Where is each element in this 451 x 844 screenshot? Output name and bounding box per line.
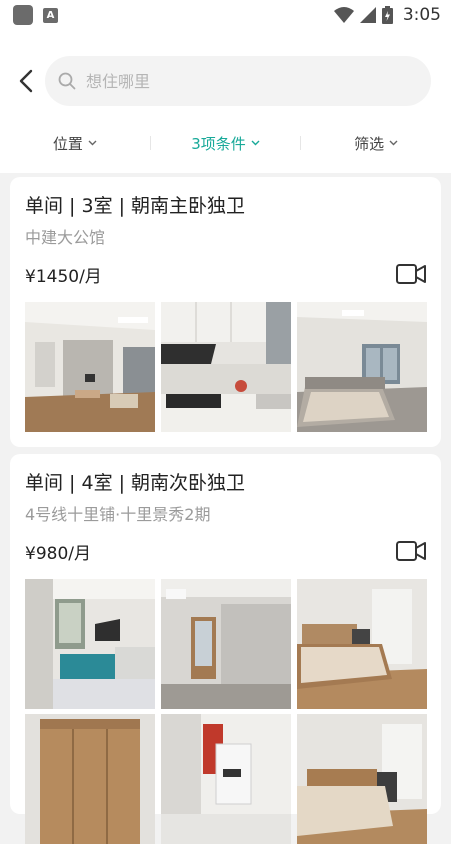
- hallway-photo[interactable]: [161, 579, 291, 709]
- listing-title: 单间 | 4室 | 朝南次卧独卫: [25, 472, 246, 494]
- notification-icon: [13, 5, 33, 25]
- filter-label: 位置: [52, 134, 83, 153]
- listing-title: 单间 | 3室 | 朝南主卧独卫: [25, 195, 246, 217]
- kitchen-photo[interactable]: [25, 579, 155, 709]
- bedroom-photo[interactable]: [297, 302, 427, 432]
- search-icon: [58, 72, 76, 90]
- wardrobe-photo[interactable]: [25, 714, 155, 844]
- listing-price: ¥980/月: [25, 543, 91, 564]
- listing-photos: [25, 302, 427, 432]
- search-input[interactable]: [86, 71, 386, 91]
- filter-more[interactable]: 筛选: [301, 128, 451, 158]
- back-button[interactable]: [12, 66, 40, 96]
- filter-bar: 位置 3项条件 筛选: [0, 128, 451, 158]
- kitchen-photo[interactable]: [161, 302, 291, 432]
- search-bar[interactable]: [45, 56, 431, 106]
- video-icon[interactable]: [396, 541, 426, 561]
- listing-location: 中建大公馆: [25, 228, 106, 247]
- listing-card[interactable]: 单间 | 3室 | 朝南主卧独卫 中建大公馆 ¥1450/月: [10, 177, 441, 447]
- cellular-signal-icon: [359, 7, 376, 23]
- chevron-down-icon: [389, 140, 398, 146]
- listing-photos: [25, 579, 427, 844]
- wifi-icon: [333, 7, 354, 23]
- filter-label: 3项条件: [191, 134, 246, 153]
- battery-icon: [381, 6, 393, 24]
- app-notification-icon: A: [43, 7, 58, 23]
- filter-conditions[interactable]: 3项条件: [151, 128, 301, 158]
- search-header: 位置 3项条件 筛选: [0, 30, 451, 173]
- bathroom-photo[interactable]: [161, 714, 291, 844]
- listing-card[interactable]: 单间 | 4室 | 朝南次卧独卫 4号线十里铺·十里景秀2期 ¥980/月: [10, 454, 441, 844]
- bedroom-photo[interactable]: [297, 714, 427, 844]
- living-room-photo[interactable]: [25, 302, 155, 432]
- filter-label: 筛选: [354, 134, 385, 153]
- listing-location: 4号线十里铺·十里景秀2期: [25, 505, 211, 524]
- chevron-down-icon: [251, 140, 260, 146]
- status-bar: A 3:05: [0, 0, 451, 30]
- bedroom-photo[interactable]: [297, 579, 427, 709]
- chevron-down-icon: [88, 140, 97, 146]
- listing-price: ¥1450/月: [25, 266, 102, 287]
- video-icon[interactable]: [396, 264, 426, 284]
- filter-location[interactable]: 位置: [0, 128, 150, 158]
- clock: 3:05: [402, 5, 441, 25]
- chevron-left-icon: [19, 69, 33, 93]
